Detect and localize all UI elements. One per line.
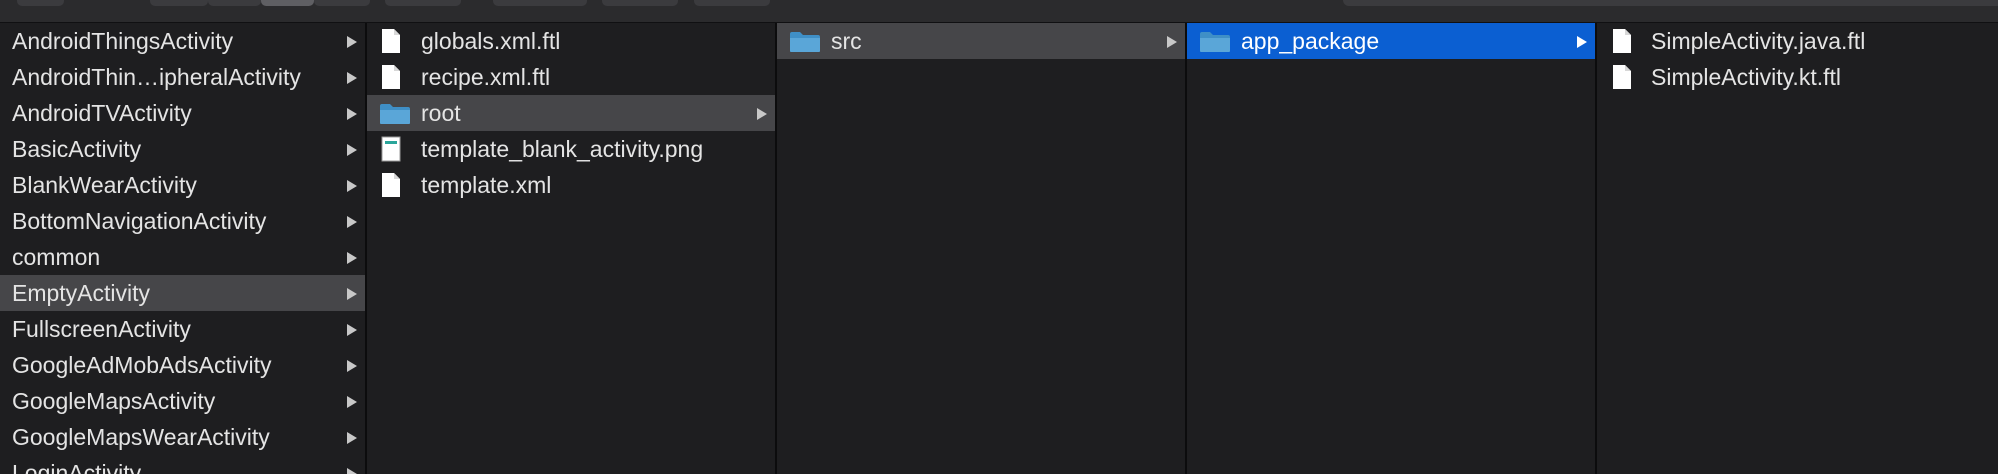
disclosure-arrow-icon (347, 360, 357, 372)
list-item[interactable]: BottomNavigationActivity (0, 203, 365, 239)
item-label: SimpleActivity.java.ftl (1651, 28, 1866, 54)
list-item-selected[interactable]: app_package (1187, 23, 1595, 59)
view-gallery-button[interactable] (314, 0, 370, 6)
list-item[interactable]: template_blank_activity.png (367, 131, 775, 167)
list-item[interactable]: recipe.xml.ftl (367, 59, 775, 95)
list-item[interactable]: AndroidThin…ipheralActivity (0, 59, 365, 95)
view-icons-button[interactable] (150, 0, 208, 6)
list-item[interactable]: common (0, 239, 365, 275)
column-3[interactable]: src (777, 23, 1187, 474)
list-item[interactable]: SimpleActivity.java.ftl (1597, 23, 1998, 59)
item-label: SimpleActivity.kt.ftl (1651, 64, 1841, 90)
column-1[interactable]: AndroidThingsActivity AndroidThin…iphera… (0, 23, 367, 474)
view-columns-button[interactable] (261, 0, 314, 6)
disclosure-arrow-icon (347, 36, 357, 48)
item-label: common (12, 244, 101, 270)
disclosure-arrow-icon (1577, 36, 1587, 48)
list-item[interactable]: BlankWearActivity (0, 167, 365, 203)
item-label: AndroidThingsActivity (12, 28, 234, 54)
column-browser: AndroidThingsActivity AndroidThin…iphera… (0, 23, 1998, 474)
disclosure-arrow-icon (347, 216, 357, 228)
document-icon (382, 65, 400, 89)
item-label: recipe.xml.ftl (421, 64, 551, 90)
disclosure-arrow-icon (347, 468, 357, 474)
document-icon (382, 173, 400, 197)
disclosure-arrow-icon (347, 288, 357, 300)
item-label: src (831, 28, 862, 54)
item-label: LoginActivity (12, 460, 142, 474)
item-label: GoogleMapsWearActivity (12, 424, 270, 450)
list-item[interactable]: FullscreenActivity (0, 311, 365, 347)
item-label: EmptyActivity (12, 280, 151, 306)
document-icon (1613, 65, 1631, 89)
item-label: GoogleAdMobAdsActivity (12, 352, 272, 378)
column-5[interactable]: SimpleActivity.java.ftl SimpleActivity.k… (1597, 23, 1998, 474)
folder-icon (790, 32, 820, 52)
action-button[interactable] (493, 0, 587, 6)
item-label: BottomNavigationActivity (12, 208, 267, 234)
item-label: FullscreenActivity (12, 316, 191, 342)
column-2[interactable]: globals.xml.ftl recipe.xml.ftl root temp… (367, 23, 777, 474)
disclosure-arrow-icon (347, 396, 357, 408)
disclosure-arrow-icon (347, 180, 357, 192)
group-button[interactable] (385, 0, 461, 6)
list-item-selected[interactable]: src (777, 23, 1185, 59)
item-label: root (421, 100, 461, 126)
list-item[interactable]: GoogleMapsWearActivity (0, 419, 365, 455)
disclosure-arrow-icon (1167, 36, 1177, 48)
list-item-selected[interactable]: root (367, 95, 775, 131)
disclosure-arrow-icon (757, 108, 767, 120)
item-label: GoogleMapsActivity (12, 388, 216, 414)
finder-toolbar (0, 0, 1998, 23)
disclosure-arrow-icon (347, 432, 357, 444)
list-item[interactable]: SimpleActivity.kt.ftl (1597, 59, 1998, 95)
list-item[interactable]: AndroidThingsActivity (0, 23, 365, 59)
list-item[interactable]: GoogleAdMobAdsActivity (0, 347, 365, 383)
view-list-button[interactable] (208, 0, 261, 6)
share-button[interactable] (602, 0, 678, 6)
item-label: app_package (1241, 28, 1380, 54)
item-label: template_blank_activity.png (421, 136, 704, 162)
image-file-icon (381, 136, 401, 162)
disclosure-arrow-icon (347, 108, 357, 120)
item-label: template.xml (421, 172, 552, 198)
disclosure-arrow-icon (347, 324, 357, 336)
item-label: BlankWearActivity (12, 172, 197, 198)
item-label: AndroidThin…ipheralActivity (12, 64, 301, 90)
folder-icon (1200, 32, 1230, 52)
disclosure-arrow-icon (347, 252, 357, 264)
list-item-selected[interactable]: EmptyActivity (0, 275, 365, 311)
item-label: AndroidTVActivity (12, 100, 192, 126)
disclosure-arrow-icon (347, 144, 357, 156)
item-label: globals.xml.ftl (421, 28, 561, 54)
folder-icon (380, 104, 410, 124)
list-item[interactable]: LoginActivity (0, 455, 365, 474)
back-button[interactable] (17, 0, 64, 6)
column-4[interactable]: app_package (1187, 23, 1597, 474)
search-field[interactable] (1343, 0, 1998, 6)
document-icon (1613, 29, 1631, 53)
list-item[interactable]: BasicActivity (0, 131, 365, 167)
list-item[interactable]: AndroidTVActivity (0, 95, 365, 131)
list-item[interactable]: GoogleMapsActivity (0, 383, 365, 419)
item-label: BasicActivity (12, 136, 142, 162)
document-icon (382, 29, 400, 53)
disclosure-arrow-icon (347, 72, 357, 84)
list-item[interactable]: template.xml (367, 167, 775, 203)
list-item[interactable]: globals.xml.ftl (367, 23, 775, 59)
tags-button[interactable] (694, 0, 770, 6)
